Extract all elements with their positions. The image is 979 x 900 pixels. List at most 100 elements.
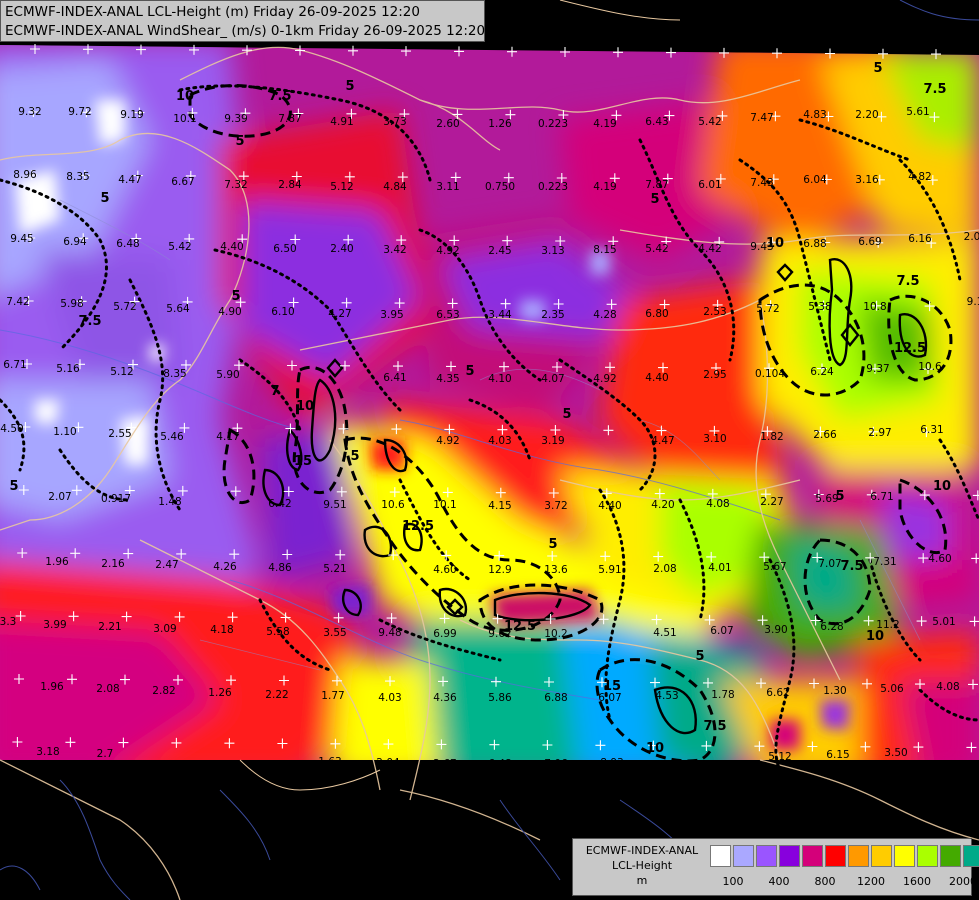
legend-ticks: 100 400 800 1200 1600 2000 (710, 875, 978, 891)
grid-value-label: 6.94 (63, 236, 87, 248)
grid-value-label: 7.32 (224, 179, 247, 191)
contour-value-label: 5 (350, 449, 359, 464)
contour-value-label: 12.5 (894, 341, 926, 356)
legend-swatch (779, 845, 800, 867)
grid-value-label: 4.47 (651, 435, 674, 447)
grid-value-label: 9.19 (120, 109, 143, 121)
grid-value-label: 6.80 (645, 308, 668, 320)
grid-value-label: 6.42 (268, 498, 291, 510)
grid-value-label: 9.51 (323, 499, 346, 511)
grid-value-label: 10.6 (918, 361, 942, 373)
grid-value-label: 7.07 (818, 558, 841, 570)
grid-value-label: 3.55 (323, 627, 346, 639)
contour-value-label: 10 (866, 629, 884, 644)
grid-value-label: 2.66 (813, 429, 837, 441)
contour-value-label: 10 (176, 89, 194, 104)
grid-value-label: 5.61 (906, 106, 929, 118)
grid-value-label: 6.15 (826, 749, 849, 761)
grid-value-label: 4.26 (213, 561, 237, 573)
legend-tick-label: 1600 (903, 875, 931, 888)
grid-value-label: 5.12 (768, 751, 791, 763)
grid-value-label: 2.16 (101, 558, 125, 570)
grid-value-label: 4.51 (653, 627, 676, 639)
legend-swatch (917, 845, 938, 867)
contour-value-label: 15 (603, 679, 621, 694)
contour-value-label: 15 (294, 454, 312, 469)
grid-value-label: 6.10 (271, 306, 294, 318)
grid-value-label: 4.20 (651, 499, 674, 511)
grid-value-label: 3.90 (764, 624, 787, 636)
grid-value-label: 4.03 (378, 692, 401, 704)
contour-value-label: 5 (562, 407, 571, 422)
grid-value-label: 2.21 (98, 621, 121, 633)
grid-value-label: 3.09 (153, 623, 176, 635)
grid-value-label: 4.82 (908, 171, 931, 183)
grid-value-label: 5.38 (808, 301, 831, 313)
grid-value-label: 10.1 (173, 113, 196, 125)
grid-value-label: 4.27 (328, 308, 351, 320)
grid-value-label: 1.48 (158, 496, 181, 508)
grid-value-label: 3.19 (541, 435, 564, 447)
contour-value-label: 5 (235, 134, 244, 149)
grid-value-label: 6.41 (383, 372, 406, 384)
contour-value-label: 5 (465, 364, 474, 379)
legend-tick-label: 2000 (949, 875, 977, 888)
grid-value-label: 0.223 (538, 181, 568, 193)
grid-value-label: 1.63 (318, 756, 341, 768)
grid-value-label: 2.35 (541, 309, 564, 321)
grid-value-label: 8.35 (66, 171, 89, 183)
legend-unit: m (636, 874, 648, 887)
grid-value-label: 13.6 (544, 564, 568, 576)
grid-value-label: 6.16 (908, 233, 932, 245)
grid-value-label: 2.04 (376, 757, 400, 769)
grid-value-label: 0.917 (101, 493, 131, 505)
grid-value-label: 6.71 (3, 359, 26, 371)
grid-value-label: 4.53 (655, 690, 678, 702)
grid-value-label: 4.50 (0, 423, 23, 435)
grid-value-label: 2.40 (330, 243, 353, 255)
grid-value-label: 2.47 (155, 559, 178, 571)
grid-value-label: 5.98 (60, 298, 83, 310)
legend-parameter: LCL-Height (611, 859, 673, 872)
contour-value-label: 5 (873, 61, 882, 76)
grid-value-label: 4.91 (330, 116, 353, 128)
grid-value-label: 6.48 (116, 238, 139, 250)
grid-value-label: 4.19 (593, 181, 616, 193)
grid-value-label: 4.47 (118, 174, 141, 186)
grid-value-label: 2.22 (265, 689, 288, 701)
legend-title: ECMWF-INDEX-ANAL LCL-Height m (577, 843, 707, 888)
legend-model: ECMWF-INDEX-ANAL (585, 844, 699, 857)
grid-value-label: 7.47 (750, 112, 773, 124)
grid-value-label: 4.92 (436, 245, 459, 257)
grid-value-label: 9.32 (18, 106, 41, 118)
grid-value-label: 6.88 (544, 692, 567, 704)
legend-swatch (940, 845, 961, 867)
grid-value-label: 1.10 (53, 426, 76, 438)
lcl-height-map: 9.32 9.72 9.19 10.1 9.39 7.87 4.91 3.73 2.60 1.26… (0, 0, 979, 900)
grid-value-label: 4.07 (541, 373, 564, 385)
grid-value-label: 4.01 (708, 562, 731, 574)
grid-value-label: 2.67 (433, 758, 456, 770)
legend-swatch (871, 845, 892, 867)
contour-value-label: 7.5 (703, 719, 726, 734)
grid-value-label: 3.11 (436, 181, 459, 193)
contour-value-label: 10 (933, 479, 951, 494)
grid-value-label: 4.60 (928, 553, 951, 565)
contour-value-label: 5 (231, 289, 240, 304)
grid-value-label: 6.24 (810, 366, 834, 378)
legend-swatch (756, 845, 777, 867)
grid-value-label: 5.91 (598, 564, 621, 576)
color-legend: ECMWF-INDEX-ANAL LCL-Height m 100 400 800 1… (572, 838, 979, 896)
grid-value-label: 10.8 (863, 301, 886, 313)
contour-value-label: 10 (766, 236, 784, 251)
grid-value-label: 3.72 (544, 500, 567, 512)
contour-value-label: 5 (100, 191, 109, 206)
grid-value-label: 7.42 (6, 296, 29, 308)
grid-value-label: 2.08 (653, 563, 676, 575)
grid-value-label: 10.1 (433, 499, 456, 511)
grid-value-label: 7.87 (645, 179, 668, 191)
grid-value-label: 1.78 (711, 689, 734, 701)
grid-value-label: 9.45 (10, 233, 33, 245)
grid-value-label: 4.92 (436, 435, 459, 447)
contour-value-label: 7.5 (923, 82, 946, 97)
